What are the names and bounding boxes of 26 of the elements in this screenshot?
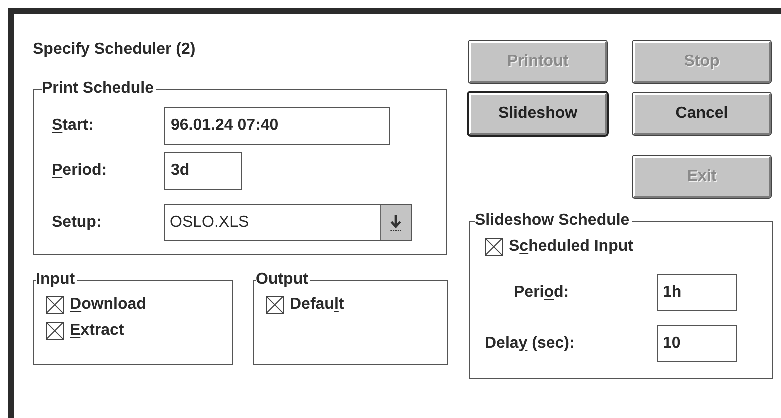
group-title: Slideshow Schedule: [475, 212, 631, 230]
checked-checkbox[interactable]: [266, 296, 284, 314]
group-title: Print Schedule: [42, 80, 156, 98]
field-label: Period:: [52, 161, 108, 181]
checkbox-label: Default: [290, 295, 344, 315]
checkbox-label: Scheduled Input: [509, 237, 634, 257]
text-field[interactable]: 1h: [657, 274, 737, 311]
checkbox-label: Download: [70, 295, 146, 315]
dialog-button[interactable]: Cancel: [633, 93, 771, 135]
checkbox-label: Extract: [70, 321, 124, 341]
group-title: Output: [256, 271, 310, 289]
field-label: Delay (sec):: [485, 334, 576, 354]
checked-checkbox[interactable]: [485, 238, 503, 256]
dialog-button[interactable]: Slideshow: [469, 93, 607, 135]
text-field[interactable]: 96.01.24 07:40: [164, 107, 390, 145]
field-label: Start:: [52, 116, 95, 136]
text-field[interactable]: 10: [657, 325, 737, 362]
field-label: Setup:: [52, 212, 103, 232]
checked-checkbox[interactable]: [46, 322, 64, 340]
dialog-title: Specify Scheduler (2): [33, 40, 196, 60]
field-label: Period:: [513, 282, 570, 302]
dropdown-field[interactable]: OSLO.XLS: [164, 204, 412, 241]
text-field[interactable]: 3d: [164, 152, 242, 190]
group-title: Input: [36, 271, 76, 289]
checked-checkbox[interactable]: [46, 296, 64, 314]
dropdown-value: OSLO.XLS: [169, 212, 250, 232]
